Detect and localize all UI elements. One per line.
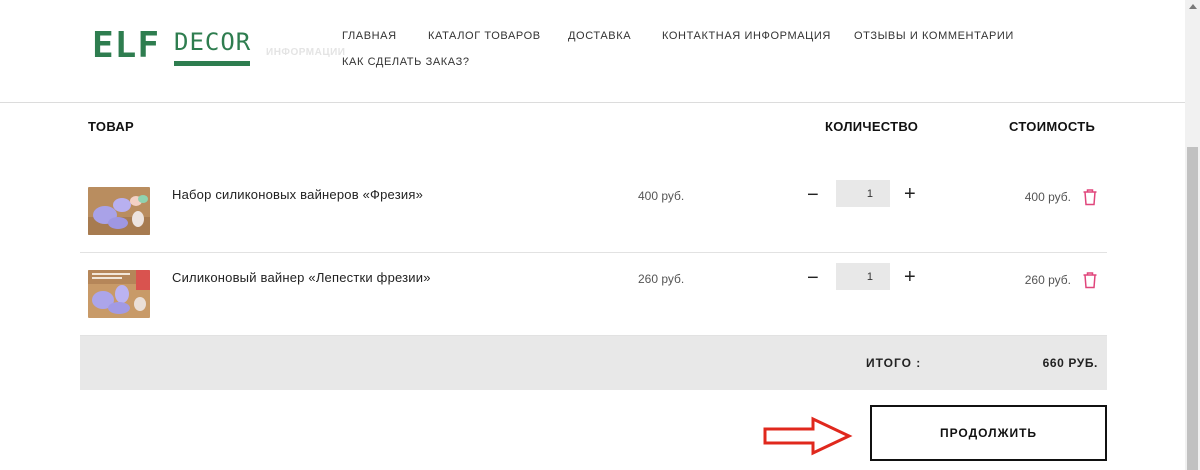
unit-price: 400 руб.: [638, 189, 685, 203]
qty-increase-button[interactable]: +: [904, 267, 916, 287]
trash-icon[interactable]: [1082, 271, 1098, 289]
site-header: ELF DECOR ИНФОРМАЦИИ ГЛАВНАЯ КАТАЛОГ ТОВ…: [0, 0, 1185, 103]
logo-elf-text: ELF: [92, 25, 161, 66]
continue-button[interactable]: ПРОДОЛЖИТЬ: [870, 405, 1107, 461]
nav-how-to-order[interactable]: КАК СДЕЛАТЬ ЗАКАЗ?: [342, 56, 470, 68]
scroll-up-arrow-icon[interactable]: [1189, 4, 1197, 9]
total-value: 660 РУБ.: [1042, 356, 1098, 370]
product-name[interactable]: Набор силиконовых вайнеров «Фрезия»: [172, 187, 423, 202]
cart-total-bar: ИТОГО : 660 РУБ.: [80, 336, 1107, 390]
line-total: 260 руб.: [1024, 273, 1071, 287]
nav-catalog[interactable]: КАТАЛОГ ТОВАРОВ: [428, 30, 541, 42]
cart-row: Силиконовый вайнер «Лепестки фрезии» 260…: [80, 253, 1107, 336]
arrow-right-icon: [763, 416, 853, 456]
logo-underline: [174, 61, 250, 66]
nav-reviews[interactable]: ОТЗЫВЫ И КОММЕНТАРИИ: [854, 30, 1014, 42]
product-name[interactable]: Силиконовый вайнер «Лепестки фрезии»: [172, 270, 431, 285]
qty-increase-button[interactable]: +: [904, 184, 916, 204]
qty-input[interactable]: [836, 263, 890, 290]
qty-decrease-button[interactable]: −: [807, 185, 819, 205]
qty-input[interactable]: [836, 180, 890, 207]
page-scrollbar[interactable]: [1185, 0, 1200, 470]
nav-home[interactable]: ГЛАВНАЯ: [342, 30, 397, 42]
ghost-menu-text: ИНФОРМАЦИИ: [266, 47, 346, 58]
nav-delivery[interactable]: ДОСТАВКА: [568, 30, 631, 42]
header-quantity: КОЛИЧЕСТВО: [825, 119, 919, 134]
product-thumbnail[interactable]: [88, 270, 150, 318]
line-total: 400 руб.: [1024, 190, 1071, 204]
product-thumbnail[interactable]: [88, 187, 150, 235]
trash-icon[interactable]: [1082, 188, 1098, 206]
qty-decrease-button[interactable]: −: [807, 268, 819, 288]
header-product: ТОВАР: [88, 119, 135, 134]
header-cost: СТОИМОСТЬ: [1009, 119, 1096, 134]
cart-row: Набор силиконовых вайнеров «Фрезия» 400 …: [80, 170, 1107, 253]
scroll-thumb[interactable]: [1187, 147, 1198, 470]
nav-contacts[interactable]: КОНТАКТНАЯ ИНФОРМАЦИЯ: [662, 30, 831, 42]
total-label: ИТОГО :: [866, 356, 922, 370]
logo-decor-text: DECOR: [174, 28, 252, 56]
unit-price: 260 руб.: [638, 272, 685, 286]
